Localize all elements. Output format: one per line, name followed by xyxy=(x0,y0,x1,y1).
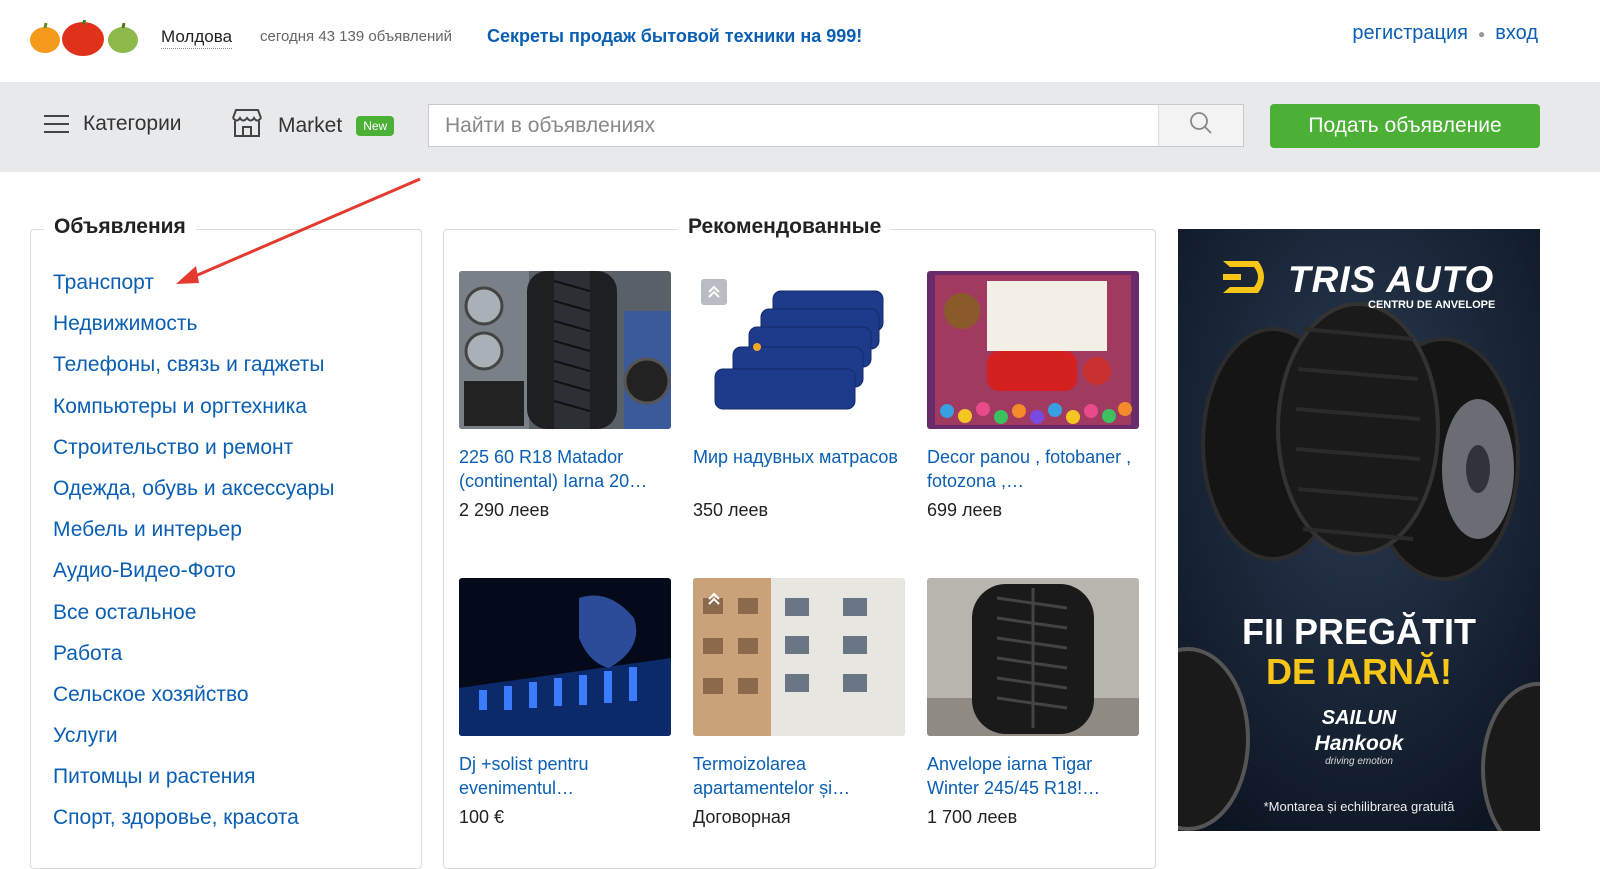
categories-label: Категории xyxy=(83,112,182,135)
category-link-computers[interactable]: Компьютеры и оргтехника xyxy=(53,391,334,432)
register-link[interactable]: регистрация xyxy=(1352,22,1468,45)
listing-price: Договорная xyxy=(693,807,791,827)
listing-price: 2 290 леев xyxy=(459,500,550,520)
search-button[interactable] xyxy=(1158,105,1243,146)
listing-image-photo-zone[interactable] xyxy=(927,271,1139,429)
category-link-clothing[interactable]: Одежда, обувь и аксессуары xyxy=(53,473,334,514)
banner-footer: *Montarea și echilibrarea gratuită xyxy=(1263,799,1455,814)
market-button[interactable]: Market New xyxy=(230,108,395,144)
listing-image-tire-shop[interactable] xyxy=(459,271,671,429)
listing-title[interactable]: Anvelope iarna Tigar Winter 245/45 R18!… xyxy=(927,752,1139,800)
auth-links: регистрация ● вход xyxy=(1352,22,1538,45)
new-badge: New xyxy=(356,116,395,136)
category-link-furniture[interactable]: Мебель и интерьер xyxy=(53,514,334,555)
banner-brand: TRIS AUTO xyxy=(1288,259,1495,300)
listing-title[interactable]: Termoizolarea apartamentelor și… xyxy=(693,752,905,800)
listing-price: 1 700 леев xyxy=(927,807,1018,827)
listing-image-winter-tire[interactable] xyxy=(927,578,1139,736)
search-box xyxy=(428,104,1244,147)
banner-subtitle: CENTRU DE ANVELOPE xyxy=(1368,299,1496,311)
listing-card[interactable]: Termoizolarea apartamentelor și… Договор… xyxy=(693,578,905,828)
listing-card[interactable]: Мир надувных матрасов 350 леев xyxy=(693,271,905,521)
category-link-phones[interactable]: Телефоны, связь и гаджеты xyxy=(53,349,334,390)
listing-price: 350 леев xyxy=(693,500,769,520)
listings-count: сегодня 43 139 объявлений xyxy=(260,28,453,45)
listing-card[interactable]: Decor panou , fotobaner , fotozona ,… 69… xyxy=(927,271,1139,521)
listing-title[interactable]: Decor panou , fotobaner , fotozona ,… xyxy=(927,445,1139,493)
banner-headline-2: DE IARNĂ! xyxy=(1266,651,1452,692)
post-ad-button[interactable]: Подать объявление xyxy=(1270,104,1540,148)
separator-dot: ● xyxy=(1477,26,1486,41)
listing-image-mattress[interactable] xyxy=(693,271,905,429)
listing-card[interactable]: 225 60 R18 Matador (continental) Iarna 2… xyxy=(459,271,671,521)
promoted-up-icon xyxy=(701,586,727,612)
category-link-real-estate[interactable]: Недвижимость xyxy=(53,308,334,349)
promoted-up-icon xyxy=(701,279,727,305)
categories-button[interactable]: Категории xyxy=(44,112,182,136)
category-link-construction[interactable]: Строительство и ремонт xyxy=(53,432,334,473)
listing-image-apartment[interactable] xyxy=(693,578,905,736)
market-label: Market xyxy=(278,114,343,137)
banner-brand-hankook: Hankook xyxy=(1314,732,1404,755)
category-list: Транспорт Недвижимость Телефоны, связь и… xyxy=(53,267,334,844)
recommended-panel-title: Рекомендованные xyxy=(678,215,892,239)
category-link-sport[interactable]: Спорт, здоровье, красота xyxy=(53,802,334,843)
main-toolbar: Категории Market New Подать объявление xyxy=(0,82,1600,172)
category-link-other[interactable]: Все остальное xyxy=(53,597,334,638)
listing-title[interactable]: 225 60 R18 Matador (continental) Iarna 2… xyxy=(459,445,671,493)
category-link-audio-video[interactable]: Аудио-Видео-Фото xyxy=(53,555,334,596)
menu-icon xyxy=(44,114,69,134)
listing-card[interactable]: Dj +solist pentru evenimentul… 100 € xyxy=(459,578,671,828)
store-icon xyxy=(230,108,264,144)
ad-banner[interactable]: TRIS AUTO CENTRU DE ANVELOPE FII PREGĂTI… xyxy=(1178,229,1540,831)
banner-headline-1: FII PREGĂTIT xyxy=(1242,611,1476,652)
region-selector[interactable]: Молдова xyxy=(161,27,233,49)
site-logo[interactable] xyxy=(28,19,140,56)
listing-image-dj[interactable] xyxy=(459,578,671,736)
listing-price: 100 € xyxy=(459,807,505,827)
category-link-pets[interactable]: Питомцы и растения xyxy=(53,761,334,802)
login-link[interactable]: вход xyxy=(1495,22,1538,45)
banner-brand-tagline: driving emotion xyxy=(1325,756,1393,767)
categories-panel-title: Объявления xyxy=(44,215,196,239)
promo-link[interactable]: Секреты продаж бытовой техники на 999! xyxy=(487,26,862,47)
category-link-services[interactable]: Услуги xyxy=(53,720,334,761)
banner-brand-sailun: SAILUN xyxy=(1321,707,1397,729)
top-bar: Молдова сегодня 43 139 объявлений Секрет… xyxy=(0,0,1600,82)
listing-card[interactable]: Anvelope iarna Tigar Winter 245/45 R18!…… xyxy=(927,578,1139,828)
listing-title[interactable]: Dj +solist pentru evenimentul… xyxy=(459,752,671,800)
category-link-transport[interactable]: Транспорт xyxy=(53,267,334,308)
search-icon xyxy=(1189,111,1213,140)
category-link-jobs[interactable]: Работа xyxy=(53,638,334,679)
listing-title[interactable]: Мир надувных матрасов xyxy=(693,445,905,493)
listing-price: 699 леев xyxy=(927,500,1003,520)
search-input[interactable] xyxy=(429,105,1158,146)
category-link-agriculture[interactable]: Сельское хозяйство xyxy=(53,679,334,720)
